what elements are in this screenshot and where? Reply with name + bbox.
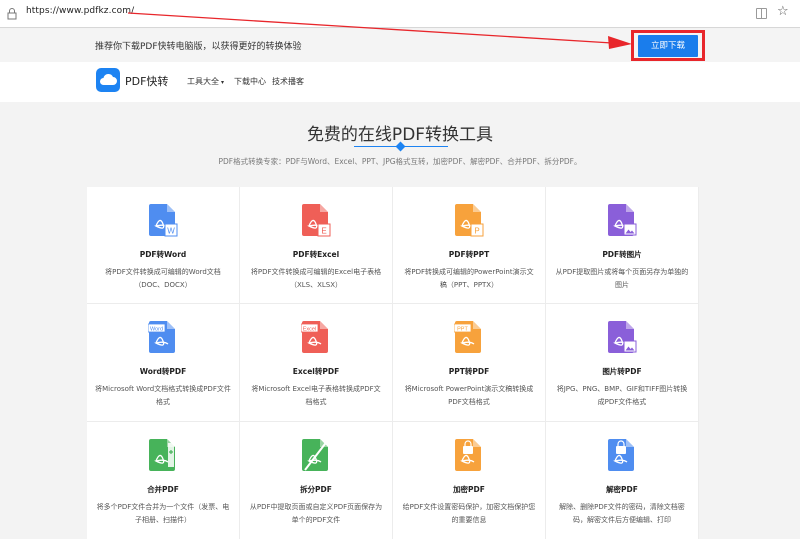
tool-description: 将PDF转换成可编辑的PowerPoint演示文稿（PPT、PPTX） [404, 268, 534, 289]
tool-card[interactable]: 解密PDF 解除、删除PDF文件的密码，清除文档密码，解密文件后方便编辑、打印 [546, 422, 698, 539]
pdf-to-excel-icon: E [302, 204, 331, 237]
tool-title: PPT转PDF [448, 367, 490, 376]
tool-title: Word转PDF [139, 367, 187, 376]
highlight-box [631, 30, 705, 61]
svg-text:W: W [167, 227, 175, 236]
svg-text:Word: Word [150, 326, 163, 332]
tool-title: 解密PDF [606, 485, 638, 494]
star-icon[interactable]: ☆ [777, 4, 789, 20]
nav-tools[interactable]: 工具大全 ▾ [187, 76, 224, 87]
tool-description: 从PDF中提取页面或自定义PDF页面保存为单个的PDF文件 [249, 503, 383, 524]
chevron-down-icon: ▾ [221, 79, 225, 86]
tool-description: 将PDF文件转换成可编辑的Excel电子表格（XLS、XLSX） [250, 268, 382, 289]
ppt-to-pdf-icon: PPT [454, 321, 481, 353]
tool-title: 合并PDF [147, 485, 179, 494]
reader-view-icon[interactable] [756, 8, 767, 19]
tool-title: 图片转PDF [602, 367, 642, 376]
tool-title: PDF转Excel [292, 250, 340, 259]
notice-text: 推荐你下载PDF快转电脑版，以获得更好的转换体验 [95, 42, 302, 52]
excel-to-pdf-icon: Excel [301, 321, 328, 353]
tool-card[interactable]: PDF转图片从PDF提取图片或将每个页面另存为单独的图片 [546, 187, 698, 303]
svg-text:P: P [474, 227, 479, 236]
tool-card[interactable]: 图片转PDF 将JPG、PNG、BMP、GIF和TIFF图片转换成PDF文件格式 [546, 304, 698, 421]
page-subtitle: PDF格式转换专家：PDF与Word、Excel、PPT、JPG格式互转，加密P… [218, 157, 582, 166]
tool-title: 加密PDF [453, 485, 485, 494]
tool-description: 将JPG、PNG、BMP、GIF和TIFF图片转换成PDF文件格式 [556, 385, 688, 406]
site-header [0, 62, 800, 102]
tool-description: 将Microsoft Excel电子表格转换成PDF文档格式 [251, 385, 381, 406]
pdf-to-ppt-icon: P [455, 204, 484, 237]
tool-card[interactable]: W PDF转Word 将PDF文件转换成可编辑的Word文档（DOC、DOCX） [87, 187, 239, 303]
svg-text:Excel: Excel [303, 326, 316, 332]
tool-description: 将Microsoft PowerPoint演示文稿转换成PDF文档格式 [404, 385, 534, 406]
lock-icon [7, 8, 17, 20]
tool-title: Excel转PDF [292, 367, 340, 376]
browser-address-bar: https://www.pdfkz.com/ ☆ [0, 0, 800, 28]
svg-text:E: E [321, 227, 326, 236]
url-input[interactable]: https://www.pdfkz.com/ [26, 6, 134, 16]
tool-description: 解除、删除PDF文件的密码，清除文档密码，解密文件后方便编辑、打印 [559, 503, 685, 524]
tool-title: PDF转Word [139, 250, 187, 259]
tool-card[interactable]: 拆分PDF 从PDF中提取页面或自定义PDF页面保存为单个的PDF文件 [240, 422, 392, 539]
pdf-to-word-icon: W [149, 204, 178, 237]
split-pdf-icon [302, 439, 329, 471]
tool-title: 拆分PDF [300, 485, 332, 494]
tool-grid: W PDF转Word 将PDF文件转换成可编辑的Word文档（DOC、DOCX） E P… [87, 187, 699, 539]
svg-text:PPT: PPT [457, 326, 468, 332]
tool-title: PDF转PPT [448, 250, 490, 259]
tool-card[interactable]: Word Word转PDF 将Microsoft Word文档格式转换成PDF文件格… [87, 304, 239, 421]
tool-card[interactable]: 合并PDF 将多个PDF文件合并为一个文件（发票、电子相册、扫描件） [87, 422, 239, 539]
tool-card[interactable]: E PDF转Excel 将PDF文件转换成可编辑的Excel电子表格（XLS、XLS… [240, 187, 392, 303]
tool-description: 给PDF文件设置密码保护，加密文档保护您的重要信息 [402, 503, 536, 524]
tool-description: 将Microsoft Word文档格式转换成PDF文件格式 [95, 385, 231, 406]
tool-card[interactable]: Excel Excel转PDF 将Microsoft Excel电子表格转换成PDF… [240, 304, 392, 421]
tool-description: 将PDF文件转换成可编辑的Word文档（DOC、DOCX） [105, 268, 221, 289]
tool-description: 将多个PDF文件合并为一个文件（发票、电子相册、扫描件） [96, 503, 230, 524]
decrypt-pdf-icon [608, 439, 634, 471]
merge-pdf-icon [149, 439, 175, 471]
tool-card[interactable]: P PDF转PPT 将PDF转换成可编辑的PowerPoint演示文稿（PPT、PP… [393, 187, 545, 303]
nav-tech-blog[interactable]: 技术播客 [272, 76, 304, 87]
pdf-to-image-icon [608, 204, 637, 236]
word-to-pdf-icon: Word [148, 321, 175, 353]
encrypt-pdf-icon [455, 439, 481, 471]
tool-card[interactable]: PPT PPT转PDF 将Microsoft PowerPoint演示文稿转换成PD… [393, 304, 545, 421]
tool-title: PDF转图片 [602, 250, 642, 259]
nav-download-center[interactable]: 下载中心 [234, 76, 266, 87]
tool-card[interactable]: 加密PDF 给PDF文件设置密码保护，加密文档保护您的重要信息 [393, 422, 545, 539]
tool-description: 从PDF提取图片或将每个页面另存为单独的图片 [555, 268, 689, 289]
page: https://www.pdfkz.com/ ☆ 推荐你下载PDF快转电脑版，以… [0, 0, 800, 539]
logo-text[interactable]: PDF快转 [125, 73, 168, 89]
logo-cloud-icon[interactable] [96, 68, 120, 92]
image-to-pdf-icon [608, 321, 637, 353]
